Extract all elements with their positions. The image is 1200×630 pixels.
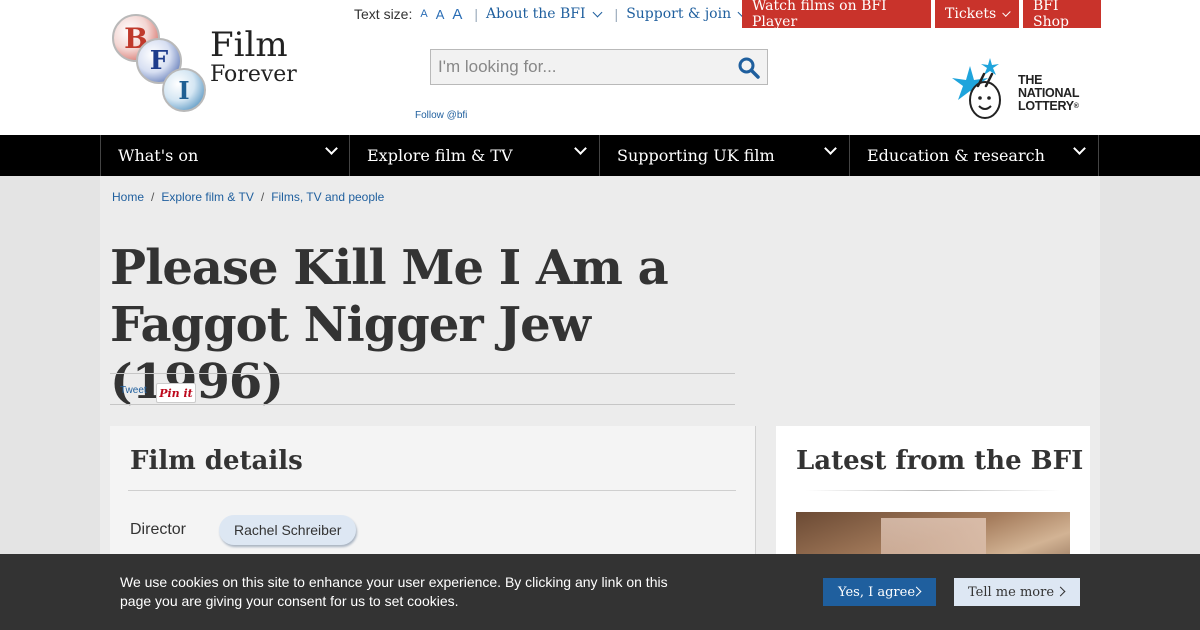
breadcrumb: Home / Explore film & TV / Films, TV and… [112,190,384,204]
search-icon[interactable] [737,56,761,80]
main-nav: What's on Explore film & TV Supporting U… [0,135,1200,176]
nav-label: Explore film & TV [367,146,513,165]
national-lottery-logo[interactable]: THE NATIONAL LOTTERY® [950,56,1095,124]
search-input[interactable] [431,50,731,84]
nav-label: Education & research [867,146,1045,165]
chevron-down-icon [574,142,587,155]
utility-links: Text size: A A A | About the BFI | Suppo… [354,0,748,28]
film-details-heading: Film details [130,446,303,476]
director-link[interactable]: Rachel Schreiber [219,515,357,545]
utility-divider: | [614,6,619,22]
about-bfi-label: About the BFI [486,6,586,22]
cookie-agree-button[interactable]: Yes, I agree [823,578,936,606]
chevron-down-icon [592,7,602,17]
support-join-label: Support & join [626,6,732,22]
director-label: Director [130,521,187,538]
bfi-shop-button[interactable]: BFI Shop [1023,0,1101,30]
text-size-medium[interactable]: A [436,7,445,22]
breadcrumb-home[interactable]: Home [112,190,144,204]
lottery-fingers-icon [952,58,1001,119]
cookie-message: We use cookies on this site to enhance y… [120,574,668,609]
watch-bfi-player-button[interactable]: Watch films on BFI Player [742,0,931,30]
text-size-large[interactable]: A [452,6,462,23]
nav-education-research[interactable]: Education & research [849,135,1099,176]
breadcrumb-separator: / [151,190,155,204]
breadcrumb-separator: / [260,190,265,204]
utility-divider: | [474,6,479,22]
chevron-down-icon [1002,7,1011,17]
pinterest-button[interactable]: Pin it [156,383,196,403]
search-box [430,49,768,85]
support-join-link[interactable]: Support & join [626,6,748,22]
cookie-more-button[interactable]: Tell me more [954,578,1080,606]
tickets-button[interactable]: Tickets [935,0,1019,28]
logo-line-film: Film [210,25,288,65]
breadcrumb-films-tv-people[interactable]: Films, TV and people [271,190,384,204]
divider [128,490,736,491]
divider [806,490,1060,491]
logo-line-forever: Forever [210,62,297,87]
logo-wordmark: Film Forever [210,28,297,86]
chevron-down-icon [824,142,837,155]
text-size-label: Text size: [354,6,413,22]
site-header: B F I Film Forever Text size: A A A | Ab… [0,0,1200,135]
about-bfi-link[interactable]: About the BFI [486,6,602,22]
nav-explore-film-tv[interactable]: Explore film & TV [349,135,599,176]
breadcrumb-explore[interactable]: Explore film & TV [161,190,253,204]
chevron-down-icon [325,142,338,155]
watch-bfi-player-label: Watch films on BFI Player [752,0,887,30]
tweet-button[interactable]: Tweet [120,385,147,396]
cookie-more-label: Tell me more [968,584,1055,600]
registered-mark: ® [1073,103,1079,110]
follow-bfi-link[interactable]: Follow @bfi [415,110,467,121]
cookie-agree-label: Yes, I agree [838,584,916,600]
lottery-line-lottery: LOTTERY® [1018,99,1079,113]
bfi-logo[interactable]: B F I Film Forever [112,12,302,112]
chevron-down-icon [1073,142,1086,155]
bfi-shop-label: BFI Shop [1033,0,1069,30]
share-bar: Tweet Pin it [110,373,735,405]
lottery-wordmark: THE NATIONAL LOTTERY® [1018,74,1080,113]
nav-label: What's on [118,146,199,165]
nav-label: Supporting UK film [617,146,775,165]
latest-heading: Latest from the BFI [796,446,1084,476]
nav-supporting-uk-film[interactable]: Supporting UK film [599,135,849,176]
logo-letter-i: I [162,68,206,112]
nav-whats-on[interactable]: What's on [100,135,350,176]
tickets-label: Tickets [945,6,997,22]
cookie-banner: We use cookies on this site to enhance y… [0,554,1200,630]
chevron-right-icon [1055,586,1066,597]
text-size-small[interactable]: A [420,8,427,20]
